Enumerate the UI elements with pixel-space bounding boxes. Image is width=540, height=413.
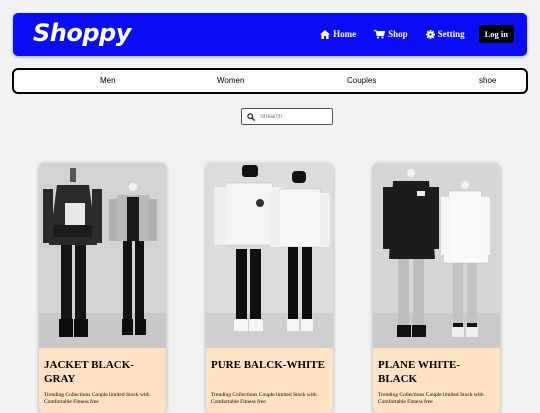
product-title[interactable]: JACKET BLACK-GRAY — [44, 358, 162, 386]
nav-home-link[interactable]: Home — [320, 29, 356, 39]
product-description: Trending Collections Couple limited Stoc… — [211, 392, 317, 405]
logo[interactable]: Shoppy — [33, 19, 131, 47]
product-image[interactable] — [373, 163, 500, 348]
gear-icon — [425, 29, 435, 39]
category-couples[interactable]: Couples — [347, 76, 376, 85]
search-box — [241, 108, 333, 125]
category-bar: Men Women Couples shoe — [12, 68, 528, 94]
product-title[interactable]: PURE BALCK-WHITE — [211, 358, 329, 372]
product-title[interactable]: PLANE WHITE-BLACK — [378, 358, 496, 386]
product-card[interactable]: JACKET BLACK-GRAY Trending Collections C… — [39, 163, 166, 413]
product-image[interactable] — [39, 163, 166, 348]
nav-shop-link[interactable]: Shop — [374, 29, 408, 39]
nav-home-label: Home — [333, 29, 357, 39]
nav-setting-label: Setting — [437, 29, 465, 39]
product-card[interactable]: PURE BALCK-WHITE Trending Collections Co… — [206, 163, 333, 413]
product-description: Trending Collections Couple limited Stoc… — [378, 392, 484, 405]
nav-setting-link[interactable]: Setting — [425, 29, 465, 39]
category-men[interactable]: Men — [100, 76, 116, 85]
category-shoe[interactable]: shoe — [479, 76, 496, 85]
nav-shop-label: Shop — [388, 29, 408, 39]
home-icon — [320, 29, 331, 39]
product-card[interactable]: PLANE WHITE-BLACK Trending Collections C… — [373, 163, 500, 413]
login-button[interactable]: Log in — [478, 25, 514, 43]
search-input[interactable] — [260, 109, 328, 124]
top-navbar: Shoppy Home Shop Setting Log in — [13, 13, 527, 56]
main-nav: Home Shop Setting Log in — [302, 25, 514, 43]
product-description: Trending Collections Couple limited Stoc… — [44, 392, 150, 405]
cart-icon — [374, 29, 386, 39]
category-women[interactable]: Women — [217, 76, 244, 85]
search-icon[interactable] — [247, 113, 255, 121]
product-image[interactable] — [206, 163, 333, 348]
